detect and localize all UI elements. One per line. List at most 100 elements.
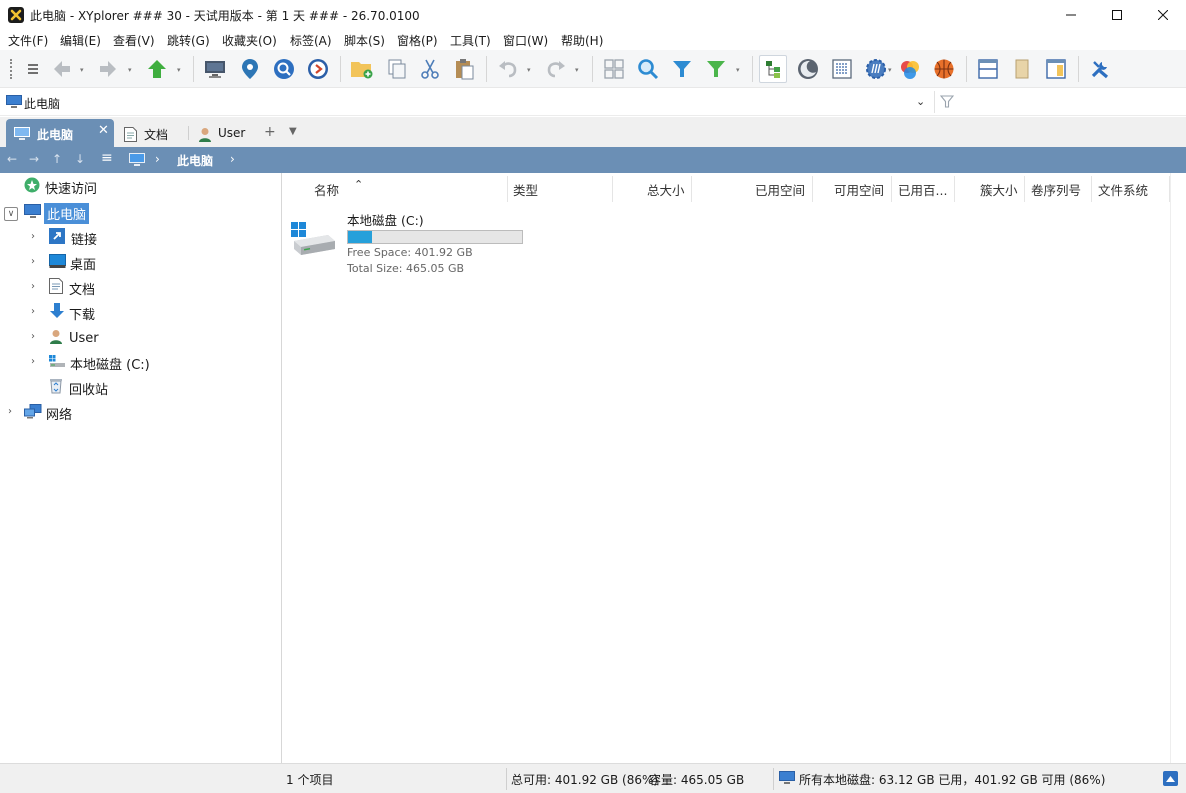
menu-list-icon[interactable]: ≡ — [101, 150, 113, 166]
tree-toggle-button[interactable] — [759, 55, 787, 83]
up-dropdown-icon[interactable]: ▾ — [177, 66, 185, 74]
new-tab-icon[interactable]: + — [264, 124, 276, 140]
tree-item-downloads[interactable]: 下载 — [49, 302, 95, 324]
column-volume-serial[interactable]: 卷序列号 — [1031, 180, 1081, 199]
undo-dropdown-icon[interactable]: ▾ — [527, 66, 535, 74]
address-dropdown-icon[interactable]: ⌄ — [916, 95, 925, 108]
minimize-button[interactable] — [1048, 0, 1094, 30]
visual-filter-button[interactable] — [668, 55, 696, 83]
tree-item-network[interactable]: 网络 — [24, 402, 72, 424]
menu-help[interactable]: 帮助(H) — [561, 32, 603, 49]
nav-forward-icon[interactable]: → — [29, 152, 39, 166]
cut-button[interactable] — [416, 55, 444, 83]
filter-dropdown-icon[interactable]: ▾ — [736, 66, 744, 74]
tree-item-quick-access[interactable]: 快速访问 — [24, 176, 97, 198]
menu-window[interactable]: 窗口(W) — [503, 32, 548, 49]
location-pin-button[interactable] — [236, 55, 264, 83]
tools-wrench-icon[interactable] — [1086, 55, 1114, 83]
redo-dropdown-icon[interactable]: ▾ — [575, 66, 583, 74]
undo-button[interactable] — [494, 55, 522, 83]
tab-list-dropdown-icon[interactable]: ▼ — [289, 126, 297, 137]
tree-item-this-pc[interactable]: 此电脑 — [24, 202, 90, 224]
expand-documents-icon[interactable]: › — [31, 281, 35, 292]
tree-item-recycle-bin[interactable]: 回收站 — [49, 377, 108, 399]
address-input[interactable]: 此电脑 — [24, 95, 60, 112]
settings-gear-icon[interactable] — [862, 55, 890, 83]
expand-downloads-icon[interactable]: › — [31, 306, 35, 317]
status-expand-icon[interactable] — [1163, 771, 1178, 786]
drive-large-icon — [290, 221, 336, 260]
column-used-space[interactable]: 已用空间 — [755, 180, 805, 199]
thumbnails-view-button[interactable] — [600, 55, 628, 83]
breadcrumb-separator-icon[interactable]: › — [155, 152, 160, 166]
breadcrumb-current[interactable]: 此电脑 — [177, 152, 213, 169]
dark-mode-button[interactable] — [794, 55, 822, 83]
column-name[interactable]: 名称 — [314, 180, 339, 199]
close-tab-icon[interactable]: ✕ — [98, 123, 109, 138]
tree-item-links[interactable]: 链接 — [49, 227, 97, 249]
column-type[interactable]: 类型 — [513, 180, 538, 199]
toolbar-grip[interactable] — [10, 59, 13, 79]
scrollbar[interactable] — [1170, 173, 1184, 763]
expand-links-icon[interactable]: › — [31, 231, 35, 242]
filter-green-button[interactable] — [702, 55, 730, 83]
menu-scripting[interactable]: 脚本(S) — [344, 32, 385, 49]
up-button[interactable] — [143, 55, 171, 83]
tab-documents[interactable]: 文档 — [118, 119, 188, 147]
tree-item-user[interactable]: User — [49, 327, 99, 349]
expand-network-icon[interactable]: › — [8, 406, 12, 417]
back-dropdown-icon[interactable]: ▾ — [80, 66, 88, 74]
column-cluster-size[interactable]: 簇大小 — [980, 180, 1018, 199]
maximize-button[interactable] — [1094, 0, 1140, 30]
tab-this-pc[interactable]: 此电脑 ✕ — [6, 119, 114, 147]
filter-icon[interactable] — [939, 95, 955, 111]
color-filter-button[interactable] — [896, 55, 924, 83]
preview-pane-button[interactable] — [1008, 55, 1036, 83]
computer-button[interactable] — [201, 55, 229, 83]
tree-item-desktop[interactable]: 桌面 — [49, 252, 96, 274]
close-button[interactable] — [1140, 0, 1186, 30]
basketball-icon[interactable] — [930, 55, 958, 83]
tree-item-drive-c[interactable]: 本地磁盘 (C:) — [49, 352, 150, 374]
menu-go[interactable]: 跳转(G) — [167, 32, 210, 49]
expand-drive-c-icon[interactable]: › — [31, 356, 35, 367]
link-icon — [49, 228, 65, 248]
paste-button[interactable] — [450, 55, 478, 83]
new-folder-button[interactable] — [348, 55, 376, 83]
redo-button[interactable] — [542, 55, 570, 83]
menu-favorites[interactable]: 收藏夹(O) — [222, 32, 277, 49]
column-free-space[interactable]: 可用空间 — [834, 180, 884, 199]
nav-back-icon[interactable]: ← — [7, 152, 17, 166]
back-button[interactable] — [48, 55, 76, 83]
layout-button[interactable] — [1042, 55, 1070, 83]
tree-item-documents[interactable]: 文档 — [49, 277, 95, 299]
dual-pane-horizontal-button[interactable] — [974, 55, 1002, 83]
menu-tags[interactable]: 标签(A) — [290, 32, 332, 49]
toolbar-menu-button[interactable] — [20, 55, 46, 83]
column-file-system[interactable]: 文件系统 — [1098, 180, 1148, 199]
status-free: 总可用: 401.92 GB (86%) — [511, 773, 659, 787]
go-to-button[interactable] — [304, 55, 332, 83]
nav-up-icon[interactable]: ↑ — [52, 152, 62, 166]
details-view-button[interactable] — [828, 55, 856, 83]
search-icon[interactable] — [634, 55, 662, 83]
address-bar[interactable]: 此电脑 ⌄ — [0, 89, 1186, 116]
column-total-size[interactable]: 总大小 — [647, 180, 685, 199]
menu-edit[interactable]: 编辑(E) — [60, 32, 101, 49]
nav-down-icon[interactable]: ↓ — [75, 152, 85, 166]
menu-view[interactable]: 查看(V) — [113, 32, 155, 49]
expand-user-icon[interactable]: › — [31, 331, 35, 342]
breadcrumb-chevron-icon[interactable]: › — [230, 152, 235, 166]
forward-button[interactable] — [94, 55, 122, 83]
copy-button[interactable] — [383, 55, 411, 83]
menu-file[interactable]: 文件(F) — [8, 32, 48, 49]
menu-panes[interactable]: 窗格(P) — [397, 32, 438, 49]
tab-user[interactable]: User — [192, 119, 258, 147]
forward-dropdown-icon[interactable]: ▾ — [128, 66, 136, 74]
collapse-this-pc-icon[interactable]: ∨ — [4, 207, 18, 221]
settings-dropdown-icon[interactable]: ▾ — [888, 66, 896, 74]
find-files-button[interactable] — [270, 55, 298, 83]
menu-tools[interactable]: 工具(T) — [450, 32, 491, 49]
column-used-percent[interactable]: 已用百... — [898, 180, 947, 199]
expand-desktop-icon[interactable]: › — [31, 256, 35, 267]
